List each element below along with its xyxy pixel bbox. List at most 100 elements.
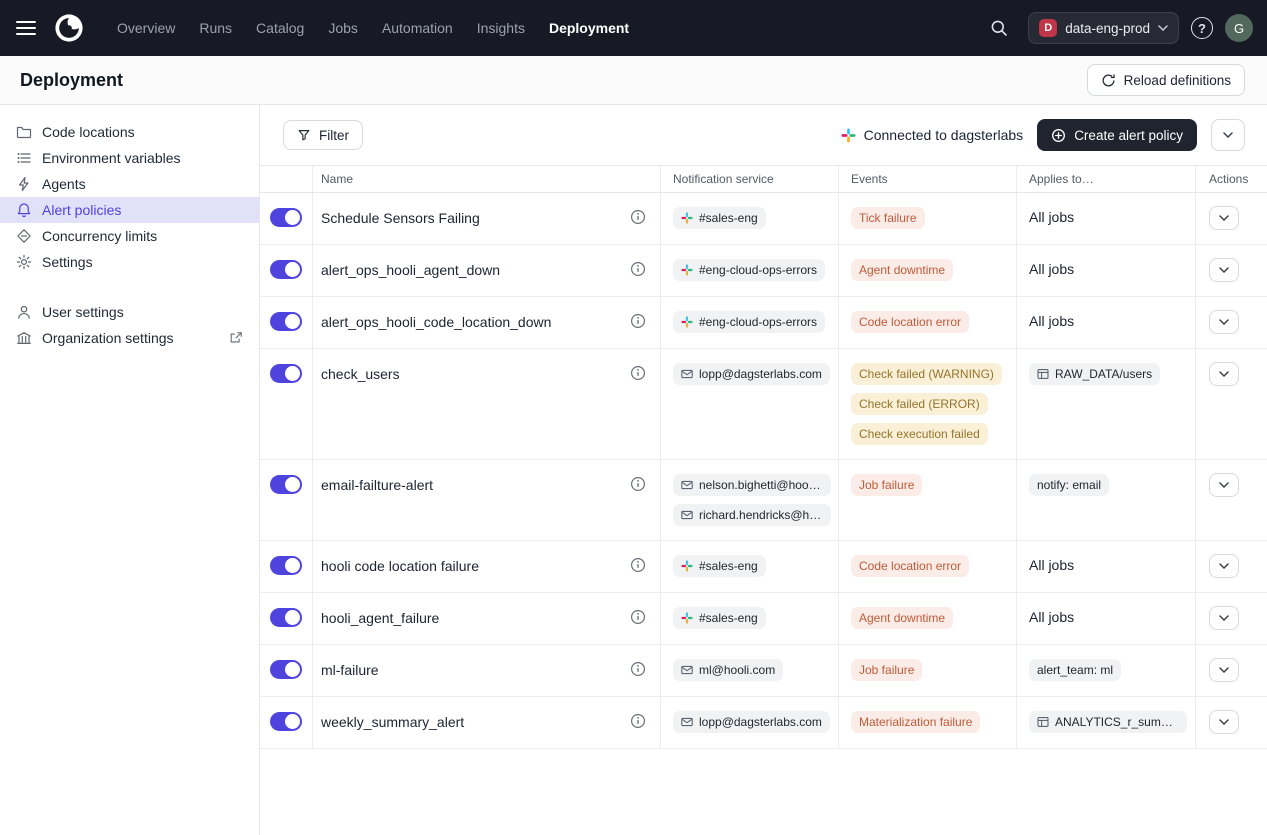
email-icon bbox=[681, 716, 693, 728]
applies-to-text: All jobs bbox=[1029, 260, 1074, 277]
org-icon bbox=[16, 330, 32, 346]
row-actions-button[interactable] bbox=[1209, 710, 1239, 734]
connected-label: Connected to dagsterlabs bbox=[864, 127, 1024, 143]
actions-cell bbox=[1195, 593, 1267, 644]
notification-cell: #eng-cloud-ops-errors bbox=[660, 245, 838, 296]
notification-cell: lopp@dagsterlabs.com bbox=[660, 697, 838, 748]
events-cell: Agent downtime bbox=[838, 245, 1016, 296]
toggle-knob bbox=[285, 714, 300, 729]
event-tag: Code location error bbox=[851, 311, 969, 333]
applies-cell: notify: email bbox=[1016, 460, 1195, 540]
policy-name: ml-failure bbox=[321, 659, 379, 680]
deployment-switcher[interactable]: D data-eng-prod bbox=[1028, 12, 1179, 44]
folder-icon bbox=[16, 124, 32, 140]
policy-enabled-toggle[interactable] bbox=[270, 475, 302, 494]
nav-right: D data-eng-prod ? G bbox=[982, 11, 1253, 45]
nav-item-automation[interactable]: Automation bbox=[371, 14, 464, 42]
event-tag: Tick failure bbox=[851, 207, 925, 229]
search-icon[interactable] bbox=[982, 11, 1016, 45]
chevron-down-icon bbox=[1158, 25, 1168, 31]
info-icon[interactable] bbox=[630, 609, 646, 625]
applies-to-text: All jobs bbox=[1029, 608, 1074, 625]
menu-icon[interactable] bbox=[8, 12, 44, 44]
sidebar-item-alert-policies[interactable]: Alert policies bbox=[0, 197, 259, 223]
info-icon[interactable] bbox=[630, 661, 646, 677]
sidebar-item-label: User settings bbox=[42, 304, 124, 320]
dagster-logo[interactable] bbox=[54, 13, 84, 43]
nav-item-jobs[interactable]: Jobs bbox=[317, 14, 369, 42]
policy-enabled-toggle[interactable] bbox=[270, 364, 302, 383]
name-cell: weekly_summary_alert bbox=[312, 697, 660, 748]
toggle-cell bbox=[260, 645, 312, 696]
toggle-knob bbox=[285, 262, 300, 277]
event-tag: Check execution failed bbox=[851, 423, 988, 445]
avatar[interactable]: G bbox=[1225, 14, 1253, 42]
create-alert-policy-button[interactable]: Create alert policy bbox=[1037, 119, 1197, 151]
nav-item-runs[interactable]: Runs bbox=[188, 14, 243, 42]
info-icon[interactable] bbox=[630, 365, 646, 381]
sidebar: Code locationsEnvironment variablesAgent… bbox=[0, 105, 260, 835]
policy-enabled-toggle[interactable] bbox=[270, 608, 302, 627]
more-options-button[interactable] bbox=[1211, 119, 1245, 151]
main-content: Filter Connected to dagsterlabs Create a… bbox=[260, 105, 1267, 835]
sidebar-item-code-locations[interactable]: Code locations bbox=[0, 119, 259, 145]
row-actions-button[interactable] bbox=[1209, 206, 1239, 230]
sidebar-item-concurrency-limits[interactable]: Concurrency limits bbox=[0, 223, 259, 249]
tag-label: notify: email bbox=[1037, 478, 1101, 492]
event-tag: Agent downtime bbox=[851, 259, 953, 281]
row-actions-button[interactable] bbox=[1209, 658, 1239, 682]
row-actions-button[interactable] bbox=[1209, 258, 1239, 282]
row-actions-button[interactable] bbox=[1209, 606, 1239, 630]
tag-label: #eng-cloud-ops-errors bbox=[699, 315, 817, 329]
slack-notification-tag: #sales-eng bbox=[673, 207, 766, 229]
info-icon[interactable] bbox=[630, 476, 646, 492]
deployment-name: data-eng-prod bbox=[1065, 21, 1150, 36]
sidebar-item-organization-settings[interactable]: Organization settings bbox=[0, 325, 259, 351]
help-icon[interactable]: ? bbox=[1191, 17, 1213, 39]
applies-cell: All jobs bbox=[1016, 245, 1195, 296]
toggle-cell bbox=[260, 349, 312, 459]
row-actions-button[interactable] bbox=[1209, 473, 1239, 497]
connected-status[interactable]: Connected to dagsterlabs bbox=[841, 127, 1024, 143]
tag-label: Job failure bbox=[859, 663, 914, 677]
row-actions-button[interactable] bbox=[1209, 554, 1239, 578]
event-tag: Job failure bbox=[851, 474, 922, 496]
sidebar-item-label: Organization settings bbox=[42, 330, 174, 346]
info-icon[interactable] bbox=[630, 713, 646, 729]
info-icon[interactable] bbox=[630, 557, 646, 573]
table-row: email-failture-alert nelson.bighetti@hoo… bbox=[260, 460, 1267, 541]
info-icon[interactable] bbox=[630, 313, 646, 329]
sidebar-item-settings[interactable]: Settings bbox=[0, 249, 259, 275]
row-actions-button[interactable] bbox=[1209, 310, 1239, 334]
slack-icon bbox=[681, 612, 693, 624]
filter-icon bbox=[297, 128, 311, 142]
info-icon[interactable] bbox=[630, 209, 646, 225]
nav-item-overview[interactable]: Overview bbox=[106, 14, 186, 42]
name-cell: ml-failure bbox=[312, 645, 660, 696]
filter-label: Filter bbox=[319, 128, 349, 143]
policy-enabled-toggle[interactable] bbox=[270, 312, 302, 331]
policy-enabled-toggle[interactable] bbox=[270, 556, 302, 575]
table-row: check_users lopp@dagsterlabs.com Check f… bbox=[260, 349, 1267, 460]
filter-button[interactable]: Filter bbox=[283, 120, 363, 150]
policy-enabled-toggle[interactable] bbox=[270, 260, 302, 279]
sidebar-item-agents[interactable]: Agents bbox=[0, 171, 259, 197]
applies-cell: All jobs bbox=[1016, 541, 1195, 592]
applies-cell: All jobs bbox=[1016, 193, 1195, 244]
policy-enabled-toggle[interactable] bbox=[270, 712, 302, 731]
row-actions-button[interactable] bbox=[1209, 362, 1239, 386]
info-icon[interactable] bbox=[630, 261, 646, 277]
policy-enabled-toggle[interactable] bbox=[270, 208, 302, 227]
table-row: Schedule Sensors Failing #sales-eng Tick… bbox=[260, 193, 1267, 245]
nav-item-deployment[interactable]: Deployment bbox=[538, 14, 640, 42]
sidebar-item-user-settings[interactable]: User settings bbox=[0, 299, 259, 325]
sidebar-item-environment-variables[interactable]: Environment variables bbox=[0, 145, 259, 171]
nav-item-catalog[interactable]: Catalog bbox=[245, 14, 315, 42]
policy-enabled-toggle[interactable] bbox=[270, 660, 302, 679]
nav-item-insights[interactable]: Insights bbox=[466, 14, 536, 42]
applies-cell: alert_team: ml bbox=[1016, 645, 1195, 696]
top-nav: OverviewRunsCatalogJobsAutomationInsight… bbox=[0, 0, 1267, 56]
reload-definitions-button[interactable]: Reload definitions bbox=[1087, 64, 1245, 96]
notification-cell: nelson.bighetti@hooli.co…richard.hendric… bbox=[660, 460, 838, 540]
name-cell: Schedule Sensors Failing bbox=[312, 193, 660, 244]
